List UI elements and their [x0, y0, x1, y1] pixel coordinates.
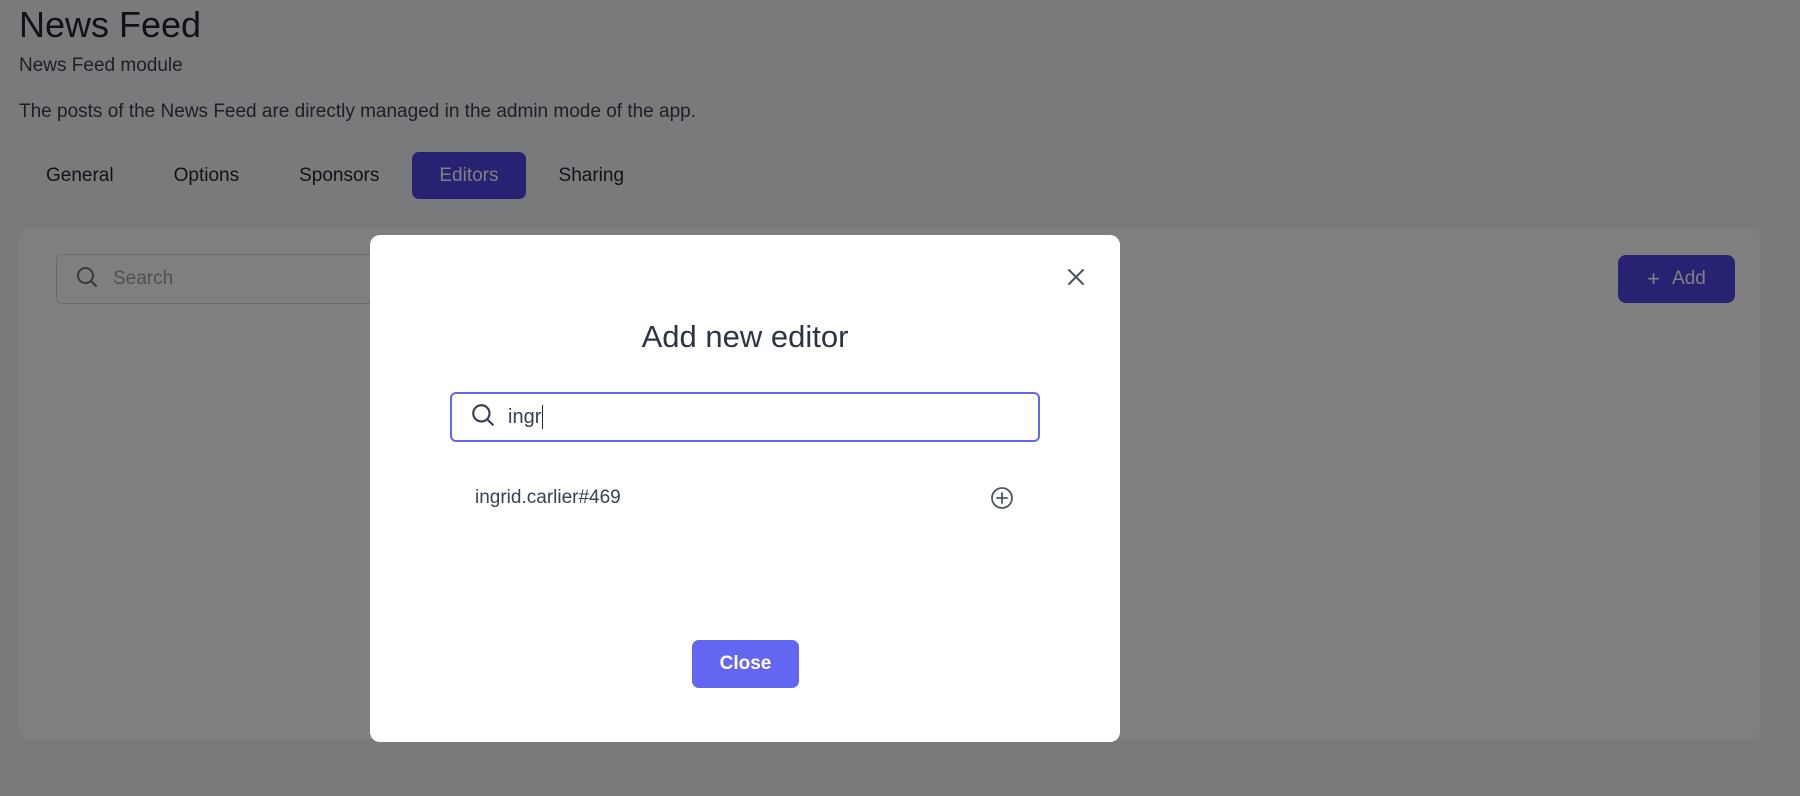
- page: News Feed News Feed module The posts of …: [0, 0, 1800, 796]
- close-button[interactable]: Close: [692, 640, 799, 688]
- modal-title: Add new editor: [641, 319, 849, 354]
- search-icon: [470, 402, 496, 433]
- close-icon[interactable]: [1064, 265, 1088, 289]
- plus-circle-icon[interactable]: [989, 485, 1015, 511]
- result-username: ingrid.carlier#469: [475, 487, 621, 508]
- add-editor-modal: Add new editor ingr ingrid.carlier#469 C…: [370, 235, 1120, 742]
- result-row: ingrid.carlier#469: [475, 482, 1015, 514]
- editor-search-input[interactable]: ingr: [450, 392, 1040, 442]
- text-caret: [542, 405, 544, 429]
- editor-search-value: ingr: [508, 405, 542, 428]
